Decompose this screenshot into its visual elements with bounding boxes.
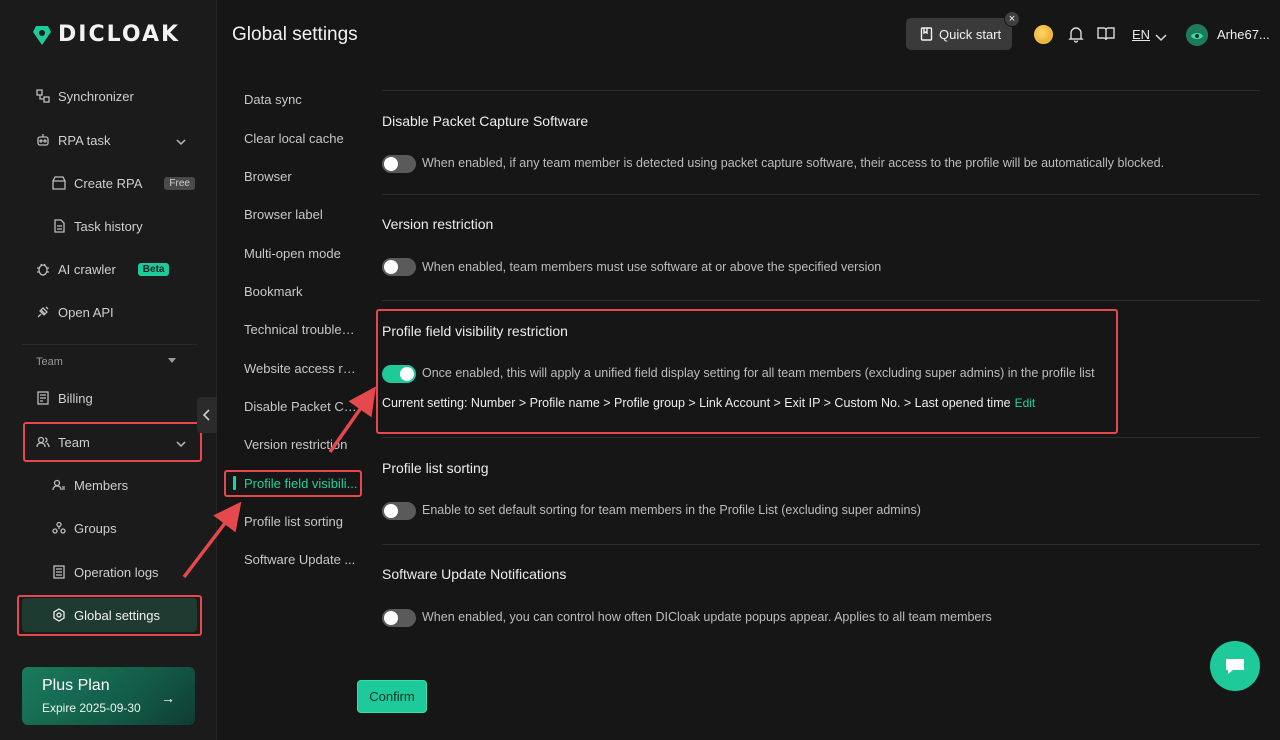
- section-title: Disable Packet Capture Software: [382, 113, 589, 129]
- section-divider: [382, 90, 1260, 91]
- app-logo[interactable]: DICLOAK: [32, 22, 180, 47]
- sidebar-divider: [22, 344, 197, 345]
- section-title: Version restriction: [382, 216, 494, 232]
- confirm-button[interactable]: Confirm: [357, 680, 427, 713]
- sidebar-item-label: AI crawler: [58, 261, 116, 277]
- collapse-sidebar-button[interactable]: [197, 397, 217, 433]
- section-divider: [382, 300, 1260, 301]
- billing-icon: [37, 391, 49, 405]
- open-book-icon[interactable]: [1097, 25, 1115, 43]
- software-update-toggle[interactable]: [382, 609, 416, 627]
- subnav-item-software-update[interactable]: Software Update ...: [244, 552, 358, 567]
- sidebar-item-label: Members: [74, 477, 129, 493]
- store-icon: [52, 176, 66, 190]
- sidebar-item-label: Create RPA: [74, 175, 143, 191]
- profile-list-sorting-toggle[interactable]: [382, 502, 416, 520]
- chat-icon: [1226, 659, 1244, 674]
- sidebar-item-label: Billing: [58, 390, 93, 406]
- subnav-item-version-restriction[interactable]: Version restriction: [244, 437, 358, 452]
- section-divider: [382, 544, 1260, 545]
- highlight-subnav-active: [224, 470, 362, 497]
- synchronizer-icon: [36, 89, 50, 103]
- section-desc: When enabled, you can control how often …: [422, 610, 992, 624]
- subnav-item-profile-list-sorting[interactable]: Profile list sorting: [244, 514, 358, 529]
- subnav-item-multi-open-mode[interactable]: Multi-open mode: [244, 246, 358, 261]
- language-selector[interactable]: EN: [1132, 27, 1150, 42]
- groups-icon: [52, 521, 66, 534]
- quick-start-label: Quick start: [939, 26, 1002, 42]
- sidebar-item-create-rpa[interactable]: Create RPA Free: [52, 171, 195, 195]
- subnav-item-clear-local-cache[interactable]: Clear local cache: [244, 131, 358, 146]
- sidebar-item-rpa-task[interactable]: RPA task: [36, 128, 186, 152]
- highlight-global-settings: [17, 595, 202, 636]
- arrow-right-icon: →: [161, 690, 175, 706]
- robot-icon: [37, 134, 49, 146]
- logo-icon: [33, 25, 51, 45]
- section-desc: Enable to set default sorting for team m…: [422, 503, 921, 517]
- sidebar-item-open-api[interactable]: Open API: [36, 300, 114, 324]
- sidebar-item-billing[interactable]: Billing: [36, 386, 93, 410]
- sidebar-item-label: Open API: [58, 304, 114, 320]
- chevron-down-icon[interactable]: [1155, 30, 1167, 42]
- document-icon: [54, 219, 65, 233]
- highlight-team: [23, 422, 202, 462]
- subnav-item-browser[interactable]: Browser: [244, 169, 358, 184]
- chevron-left-icon: [202, 409, 210, 421]
- beta-badge: Beta: [137, 262, 170, 276]
- section-title: Software Update Notifications: [382, 566, 567, 582]
- bug-icon: [37, 263, 49, 276]
- page-title: Global settings: [232, 24, 358, 45]
- plan-expire: Expire 2025-09-30: [42, 701, 141, 715]
- plan-title: Plus Plan: [42, 677, 110, 694]
- subnav-item-disable-packet-capture[interactable]: Disable Packet Ca...: [244, 399, 358, 414]
- section-divider: [382, 194, 1260, 195]
- plus-plan-card[interactable]: Plus Plan Expire 2025-09-30 →: [22, 667, 195, 725]
- sidebar-item-ai-crawler[interactable]: AI crawler Beta: [36, 257, 170, 281]
- team-section-label: Team: [36, 356, 63, 368]
- section-desc: When enabled, if any team member is dete…: [422, 156, 1165, 170]
- highlight-profile-field-section: [376, 309, 1118, 434]
- sidebar-item-label: Groups: [74, 520, 117, 536]
- sidebar-item-task-history[interactable]: Task history: [52, 214, 143, 238]
- member-icon: [52, 479, 65, 491]
- chevron-down-icon: [176, 135, 186, 146]
- plug-icon: [37, 306, 49, 318]
- subnav-item-website-access[interactable]: Website access re...: [244, 361, 358, 376]
- packet-capture-toggle[interactable]: [382, 155, 416, 173]
- section-title: Profile list sorting: [382, 460, 489, 476]
- sidebar-item-members[interactable]: Members: [52, 473, 128, 497]
- chat-button[interactable]: [1210, 641, 1260, 691]
- free-badge: Free: [164, 176, 195, 190]
- sidebar-item-label: Synchronizer: [58, 88, 134, 104]
- username[interactable]: Arhe67...: [1217, 27, 1270, 42]
- caret-down-icon[interactable]: [168, 358, 176, 363]
- sidebar-item-groups[interactable]: Groups: [52, 516, 117, 540]
- sidebar-item-operation-logs[interactable]: Operation logs: [52, 560, 159, 584]
- section-divider: [382, 437, 1260, 438]
- avatar[interactable]: [1186, 24, 1208, 46]
- sidebar-item-label: RPA task: [58, 132, 111, 148]
- sidebar-item-label: Operation logs: [74, 564, 159, 580]
- close-icon[interactable]: ×: [1004, 11, 1020, 27]
- book-icon: [920, 27, 933, 41]
- subnav-item-bookmark[interactable]: Bookmark: [244, 284, 358, 299]
- sidebar-item-label: Task history: [74, 218, 143, 234]
- section-desc: When enabled, team members must use soft…: [422, 260, 882, 274]
- quick-start-button[interactable]: Quick start: [906, 18, 1012, 50]
- logo-text: DICLOAK: [58, 22, 181, 47]
- subnav-item-browser-label[interactable]: Browser label: [244, 207, 358, 222]
- subnav-item-technical-troubleshooting[interactable]: Technical troubles...: [244, 322, 358, 337]
- sidebar-item-synchronizer[interactable]: Synchronizer: [36, 84, 134, 108]
- version-restriction-toggle[interactable]: [382, 258, 416, 276]
- coin-icon[interactable]: [1034, 25, 1053, 44]
- subnav-item-data-sync[interactable]: Data sync: [244, 92, 358, 107]
- bell-icon[interactable]: [1067, 25, 1085, 43]
- log-icon: [53, 565, 65, 579]
